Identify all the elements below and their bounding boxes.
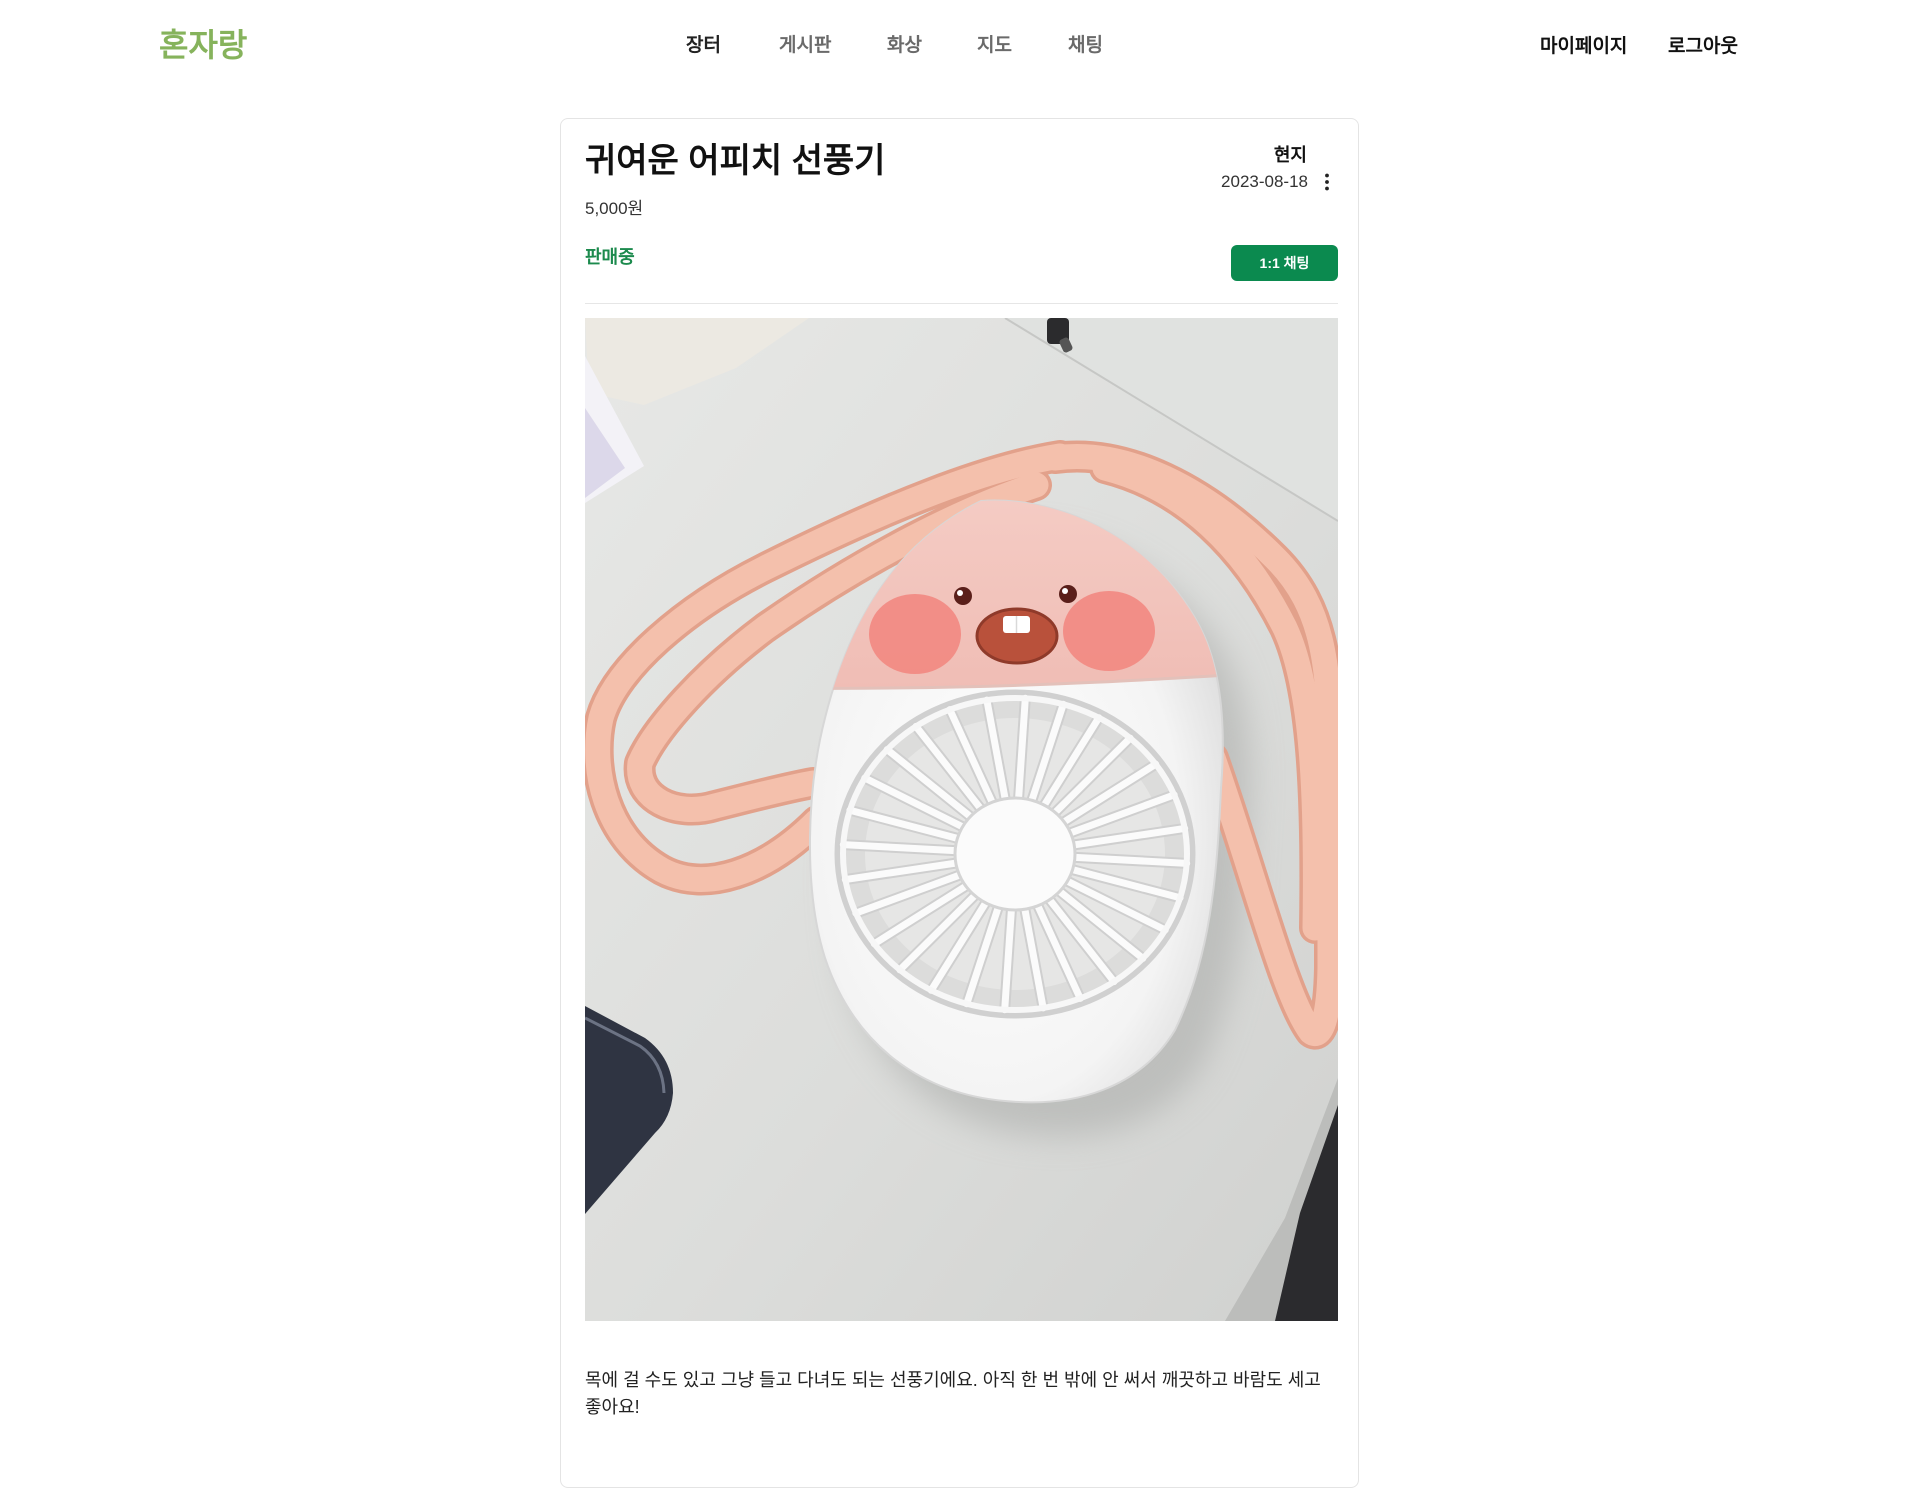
seller-name[interactable]: 현지 (1274, 143, 1307, 167)
post-date: 2023-08-18 (1221, 172, 1308, 191)
nav-item-video[interactable]: 화상 (887, 32, 922, 60)
fan-grill (834, 689, 1196, 1019)
post-title: 귀여운 어피치 선풍기 (585, 142, 886, 180)
post-description: 목에 걸 수도 있고 그냥 들고 다녀도 되는 선풍기에요. 아직 한 번 밖에… (585, 1370, 1321, 1417)
nav-item-market[interactable]: 장터 (686, 32, 721, 60)
fan-hub (953, 796, 1077, 912)
product-photo (585, 318, 1338, 1321)
nav-item-chat[interactable]: 채팅 (1068, 32, 1103, 60)
mypage-link[interactable]: 마이페이지 (1540, 33, 1627, 61)
post-price: 5,000원 (585, 199, 644, 218)
sale-status: 판매중 (585, 247, 635, 267)
nav-item-map[interactable]: 지도 (977, 32, 1012, 60)
divider (585, 303, 1338, 304)
post-card: 귀여운 어피치 선풍기 5,000원 현지 2023-08-18 판매중 1:1… (560, 118, 1359, 1488)
nav-item-board[interactable]: 게시판 (779, 32, 831, 60)
more-vertical-icon[interactable] (1322, 172, 1332, 192)
logo[interactable]: 혼자랑 (159, 23, 247, 67)
logout-link[interactable]: 로그아웃 (1668, 33, 1738, 61)
chat-button[interactable]: 1:1 채팅 (1231, 245, 1338, 281)
